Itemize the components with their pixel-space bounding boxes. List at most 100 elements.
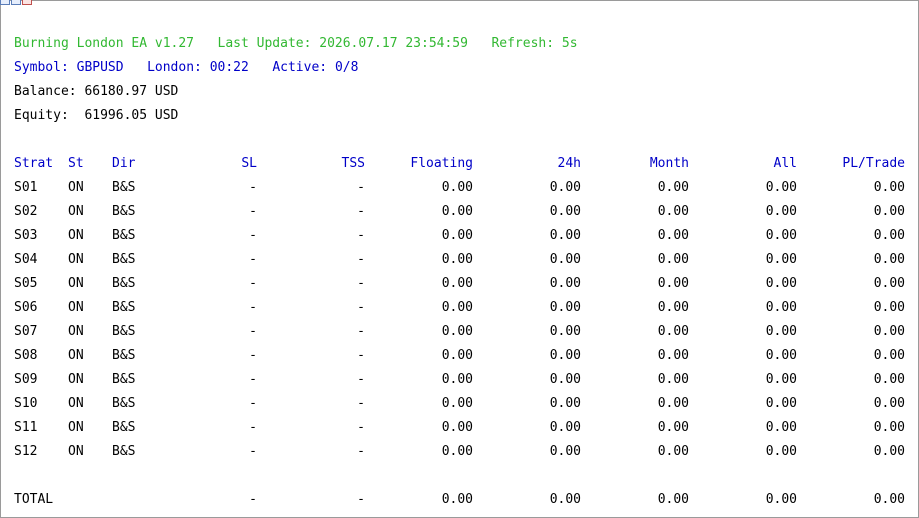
cell-month: 0.00 <box>657 372 689 387</box>
table-header: Strat St Dir SL TSS Floating 24h Month A… <box>0 156 919 172</box>
cell-floating: 0.00 <box>441 396 473 411</box>
cell-tss: - <box>357 444 365 459</box>
total-floating: 0.00 <box>441 492 473 507</box>
refresh-value: 5s <box>561 36 578 51</box>
cell-sl: - <box>249 348 257 363</box>
total-row: TOTAL - - 0.00 0.00 0.00 0.00 0.00 <box>0 492 919 508</box>
cell-floating: 0.00 <box>441 420 473 435</box>
total-sl: - <box>249 492 257 507</box>
cell-status: ON <box>68 444 84 459</box>
col-header-floating: Floating <box>410 156 473 171</box>
cell-pl-trade: 0.00 <box>873 252 905 267</box>
cell-strat: S05 <box>14 276 38 291</box>
cell-status: ON <box>68 228 84 243</box>
cell-pl-trade: 0.00 <box>873 228 905 243</box>
maximize-icon[interactable] <box>11 0 21 5</box>
col-header-month: Month <box>649 156 689 171</box>
col-header-strat: Strat <box>14 156 54 171</box>
refresh-label: Refresh: <box>491 36 555 51</box>
cell-month: 0.00 <box>657 252 689 267</box>
col-header-st: St <box>68 156 84 171</box>
col-header-sl: SL <box>241 156 257 171</box>
cell-month: 0.00 <box>657 276 689 291</box>
cell-sl: - <box>249 420 257 435</box>
cell-month: 0.00 <box>657 420 689 435</box>
cell-sl: - <box>249 444 257 459</box>
cell-tss: - <box>357 252 365 267</box>
table-row: S09 ON B&S - - 0.00 0.00 0.00 0.00 0.00 <box>0 372 919 388</box>
cell-pl-trade: 0.00 <box>873 396 905 411</box>
cell-strat: S09 <box>14 372 38 387</box>
cell-strat: S08 <box>14 348 38 363</box>
last-update-label: Last Update: <box>217 36 312 51</box>
cell-strat: S02 <box>14 204 38 219</box>
close-icon[interactable] <box>22 0 32 5</box>
cell-sl: - <box>249 252 257 267</box>
cell-24h: 0.00 <box>549 228 581 243</box>
table-row: S03 ON B&S - - 0.00 0.00 0.00 0.00 0.00 <box>0 228 919 244</box>
col-header-all: All <box>773 156 797 171</box>
cell-pl-trade: 0.00 <box>873 420 905 435</box>
cell-floating: 0.00 <box>441 348 473 363</box>
cell-24h: 0.00 <box>549 300 581 315</box>
cell-floating: 0.00 <box>441 252 473 267</box>
cell-status: ON <box>68 252 84 267</box>
cell-month: 0.00 <box>657 300 689 315</box>
cell-status: ON <box>68 180 84 195</box>
symbol-line: Symbol: GBPUSD London: 00:22 Active: 0/8 <box>14 60 358 76</box>
cell-status: ON <box>68 348 84 363</box>
minimize-icon[interactable] <box>0 0 10 5</box>
cell-24h: 0.00 <box>549 444 581 459</box>
cell-month: 0.00 <box>657 324 689 339</box>
table-row: S02 ON B&S - - 0.00 0.00 0.00 0.00 0.00 <box>0 204 919 220</box>
table-row: S10 ON B&S - - 0.00 0.00 0.00 0.00 0.00 <box>0 396 919 412</box>
cell-month: 0.00 <box>657 204 689 219</box>
cell-status: ON <box>68 204 84 219</box>
cell-sl: - <box>249 324 257 339</box>
cell-strat: S01 <box>14 180 38 195</box>
cell-direction: B&S <box>112 444 136 459</box>
cell-month: 0.00 <box>657 228 689 243</box>
cell-sl: - <box>249 228 257 243</box>
col-header-pl-trade: PL/Trade <box>842 156 905 171</box>
table-row: S11 ON B&S - - 0.00 0.00 0.00 0.00 0.00 <box>0 420 919 436</box>
london-value: 00:22 <box>209 60 249 75</box>
cell-24h: 0.00 <box>549 276 581 291</box>
london-label: London: <box>147 60 202 75</box>
cell-all: 0.00 <box>765 300 797 315</box>
cell-24h: 0.00 <box>549 324 581 339</box>
cell-status: ON <box>68 396 84 411</box>
cell-direction: B&S <box>112 204 136 219</box>
cell-tss: - <box>357 324 365 339</box>
cell-all: 0.00 <box>765 396 797 411</box>
cell-strat: S07 <box>14 324 38 339</box>
cell-pl-trade: 0.00 <box>873 204 905 219</box>
total-tss: - <box>357 492 365 507</box>
cell-sl: - <box>249 396 257 411</box>
cell-pl-trade: 0.00 <box>873 348 905 363</box>
cell-floating: 0.00 <box>441 228 473 243</box>
cell-24h: 0.00 <box>549 180 581 195</box>
cell-24h: 0.00 <box>549 348 581 363</box>
cell-strat: S11 <box>14 420 38 435</box>
cell-floating: 0.00 <box>441 444 473 459</box>
cell-status: ON <box>68 372 84 387</box>
cell-floating: 0.00 <box>441 276 473 291</box>
cell-all: 0.00 <box>765 348 797 363</box>
cell-strat: S06 <box>14 300 38 315</box>
cell-24h: 0.00 <box>549 372 581 387</box>
equity-label: Equity: <box>14 108 69 123</box>
cell-pl-trade: 0.00 <box>873 300 905 315</box>
cell-pl-trade: 0.00 <box>873 276 905 291</box>
cell-tss: - <box>357 372 365 387</box>
total-label: TOTAL <box>14 492 54 507</box>
total-pl-trade: 0.00 <box>873 492 905 507</box>
balance-label: Balance: <box>14 84 77 99</box>
cell-tss: - <box>357 228 365 243</box>
cell-direction: B&S <box>112 252 136 267</box>
cell-all: 0.00 <box>765 372 797 387</box>
cell-floating: 0.00 <box>441 300 473 315</box>
table-row: S07 ON B&S - - 0.00 0.00 0.00 0.00 0.00 <box>0 324 919 340</box>
active-value: 0/8 <box>334 60 359 75</box>
table-row: S08 ON B&S - - 0.00 0.00 0.00 0.00 0.00 <box>0 348 919 364</box>
